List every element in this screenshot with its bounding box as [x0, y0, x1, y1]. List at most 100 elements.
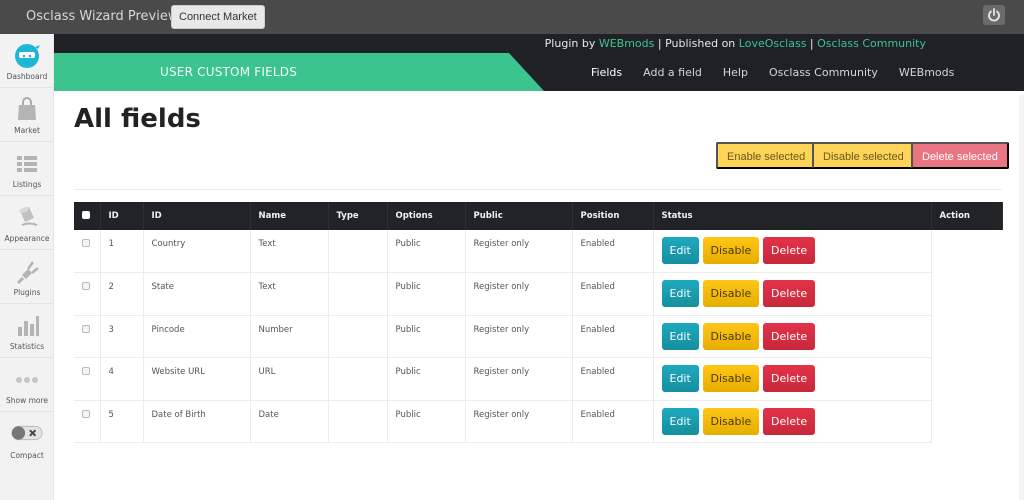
delete-button[interactable]: Delete: [763, 365, 816, 392]
page-title: All fields: [74, 104, 201, 134]
cell-id: 3: [100, 315, 144, 358]
column-header[interactable]: ID: [100, 202, 144, 230]
sidebar-item-label: Dashboard: [6, 72, 48, 81]
cell-action: [931, 273, 1002, 316]
cell-name: Pincode: [143, 315, 251, 358]
cell-id: 2: [100, 272, 144, 316]
author-link[interactable]: WEBmods: [599, 37, 655, 50]
sidebar-item-statistics[interactable]: Statistics: [0, 304, 54, 358]
cell-position: Register only: [465, 272, 573, 316]
table-row: 3 Pincode Number Public Register only Enabled…: [74, 315, 1002, 358]
disable-button[interactable]: Disable: [702, 237, 760, 264]
cell-type: URL: [250, 357, 329, 401]
edit-button[interactable]: Edit: [661, 365, 699, 392]
credits-text: Plugin by: [544, 37, 596, 50]
sidebar-item-dashboard[interactable]: Dashboard: [0, 34, 54, 88]
cell-type: Text: [250, 230, 329, 273]
nav-help[interactable]: Help: [723, 66, 748, 79]
column-header[interactable]: Public: [465, 202, 573, 230]
edit-button[interactable]: Edit: [661, 322, 699, 350]
column-header[interactable]: Options: [387, 202, 466, 230]
plugin-title: USER CUSTOM FIELDS: [160, 65, 298, 79]
nav-osclass-community[interactable]: Osclass Community: [769, 66, 878, 79]
row-checkbox[interactable]: [82, 409, 90, 418]
row-checkbox[interactable]: [82, 239, 90, 247]
cell-action: [931, 230, 1002, 273]
delete-selected-button[interactable]: Delete selected: [911, 142, 1009, 169]
cell-status: Enabled: [572, 272, 654, 316]
column-header[interactable]: ID: [143, 202, 251, 230]
cell-row-actions: Edit Disable Delete: [653, 230, 932, 273]
page-scrollbar[interactable]: [1019, 95, 1024, 500]
delete-button[interactable]: Delete: [763, 407, 816, 435]
separator: |: [657, 37, 662, 50]
cell-status: Enabled: [572, 400, 654, 443]
cell-status: Enabled: [572, 357, 654, 401]
cell-row-actions: Edit Disable Delete: [653, 315, 932, 358]
sidebar-item-label: Market: [14, 126, 40, 135]
community-link[interactable]: Osclass Community: [817, 37, 926, 50]
power-button[interactable]: [983, 5, 1005, 25]
ninja-logo-icon: [15, 44, 40, 68]
toggle-icon[interactable]: [10, 419, 44, 447]
cell-name: Date of Birth: [143, 400, 251, 443]
bar-chart-icon: [18, 316, 39, 336]
credits-text: Published on: [665, 37, 736, 50]
edit-button[interactable]: Edit: [661, 280, 699, 307]
column-header[interactable]: Type: [328, 202, 388, 230]
select-all-cell: [74, 202, 101, 230]
column-header[interactable]: Status: [653, 202, 932, 230]
sidebar-item-label: Listings: [12, 180, 42, 189]
row-select-cell: [74, 315, 101, 358]
column-header: Action: [931, 202, 1003, 230]
shopping-bag-icon: [18, 97, 36, 120]
paint-bucket-icon: [19, 206, 38, 226]
enable-selected-button[interactable]: Enable selected: [716, 142, 817, 169]
cell-position: Register only: [465, 400, 573, 443]
cell-id: 5: [100, 400, 144, 443]
fields-table: ID ID Name Type Options Public Position …: [74, 202, 1003, 443]
cell-row-actions: Edit Disable Delete: [653, 357, 932, 401]
nav-webmods[interactable]: WEBmods: [899, 66, 955, 79]
disable-button[interactable]: Disable: [702, 322, 760, 350]
disable-button[interactable]: Disable: [702, 280, 760, 307]
disable-button[interactable]: Disable: [702, 365, 760, 392]
nav-fields[interactable]: Fields: [591, 66, 622, 79]
cell-name: Website URL: [143, 357, 251, 401]
sidebar-item-appearance[interactable]: Appearance: [0, 196, 54, 250]
edit-button[interactable]: Edit: [661, 407, 699, 435]
sidebar-item-show-more[interactable]: Show more: [0, 358, 54, 412]
connect-market-button[interactable]: Connect Market: [171, 5, 265, 29]
cell-action: [931, 358, 1002, 401]
delete-button[interactable]: Delete: [763, 280, 816, 307]
sidebar-item-compact[interactable]: Compact: [0, 412, 54, 466]
cell-name: Country: [143, 230, 251, 273]
cell-name: State: [143, 272, 251, 316]
edit-button[interactable]: Edit: [661, 237, 699, 264]
row-checkbox[interactable]: [82, 324, 90, 333]
cell-public: Public: [387, 230, 466, 273]
nav-add-field[interactable]: Add a field: [643, 66, 702, 79]
delete-button[interactable]: Delete: [763, 322, 816, 350]
column-header[interactable]: Position: [572, 202, 654, 230]
sidebar-item-market[interactable]: Market: [0, 88, 54, 142]
more-dots-icon: [16, 377, 38, 383]
cell-public: Public: [387, 357, 466, 401]
disable-selected-button[interactable]: Disable selected: [812, 142, 915, 169]
disable-button[interactable]: Disable: [702, 407, 760, 435]
cell-id: 4: [100, 357, 144, 401]
column-header[interactable]: Name: [250, 202, 329, 230]
sidebar-item-plugins[interactable]: Plugins: [0, 250, 54, 304]
row-checkbox[interactable]: [82, 282, 90, 290]
cell-public: Public: [387, 315, 466, 358]
sidebar-item-label: Plugins: [13, 288, 41, 297]
cell-options: [328, 315, 388, 358]
row-checkbox[interactable]: [82, 367, 90, 375]
sidebar-item-listings[interactable]: Listings: [0, 142, 54, 196]
site-link[interactable]: LoveOsclass: [739, 37, 807, 50]
plug-icon: [16, 261, 39, 285]
delete-button[interactable]: Delete: [763, 237, 816, 264]
plugin-credits-bar: Plugin by WEBmods | Published on LoveOsc…: [54, 34, 1024, 53]
separator: |: [809, 37, 814, 50]
select-all-checkbox[interactable]: [82, 210, 90, 219]
